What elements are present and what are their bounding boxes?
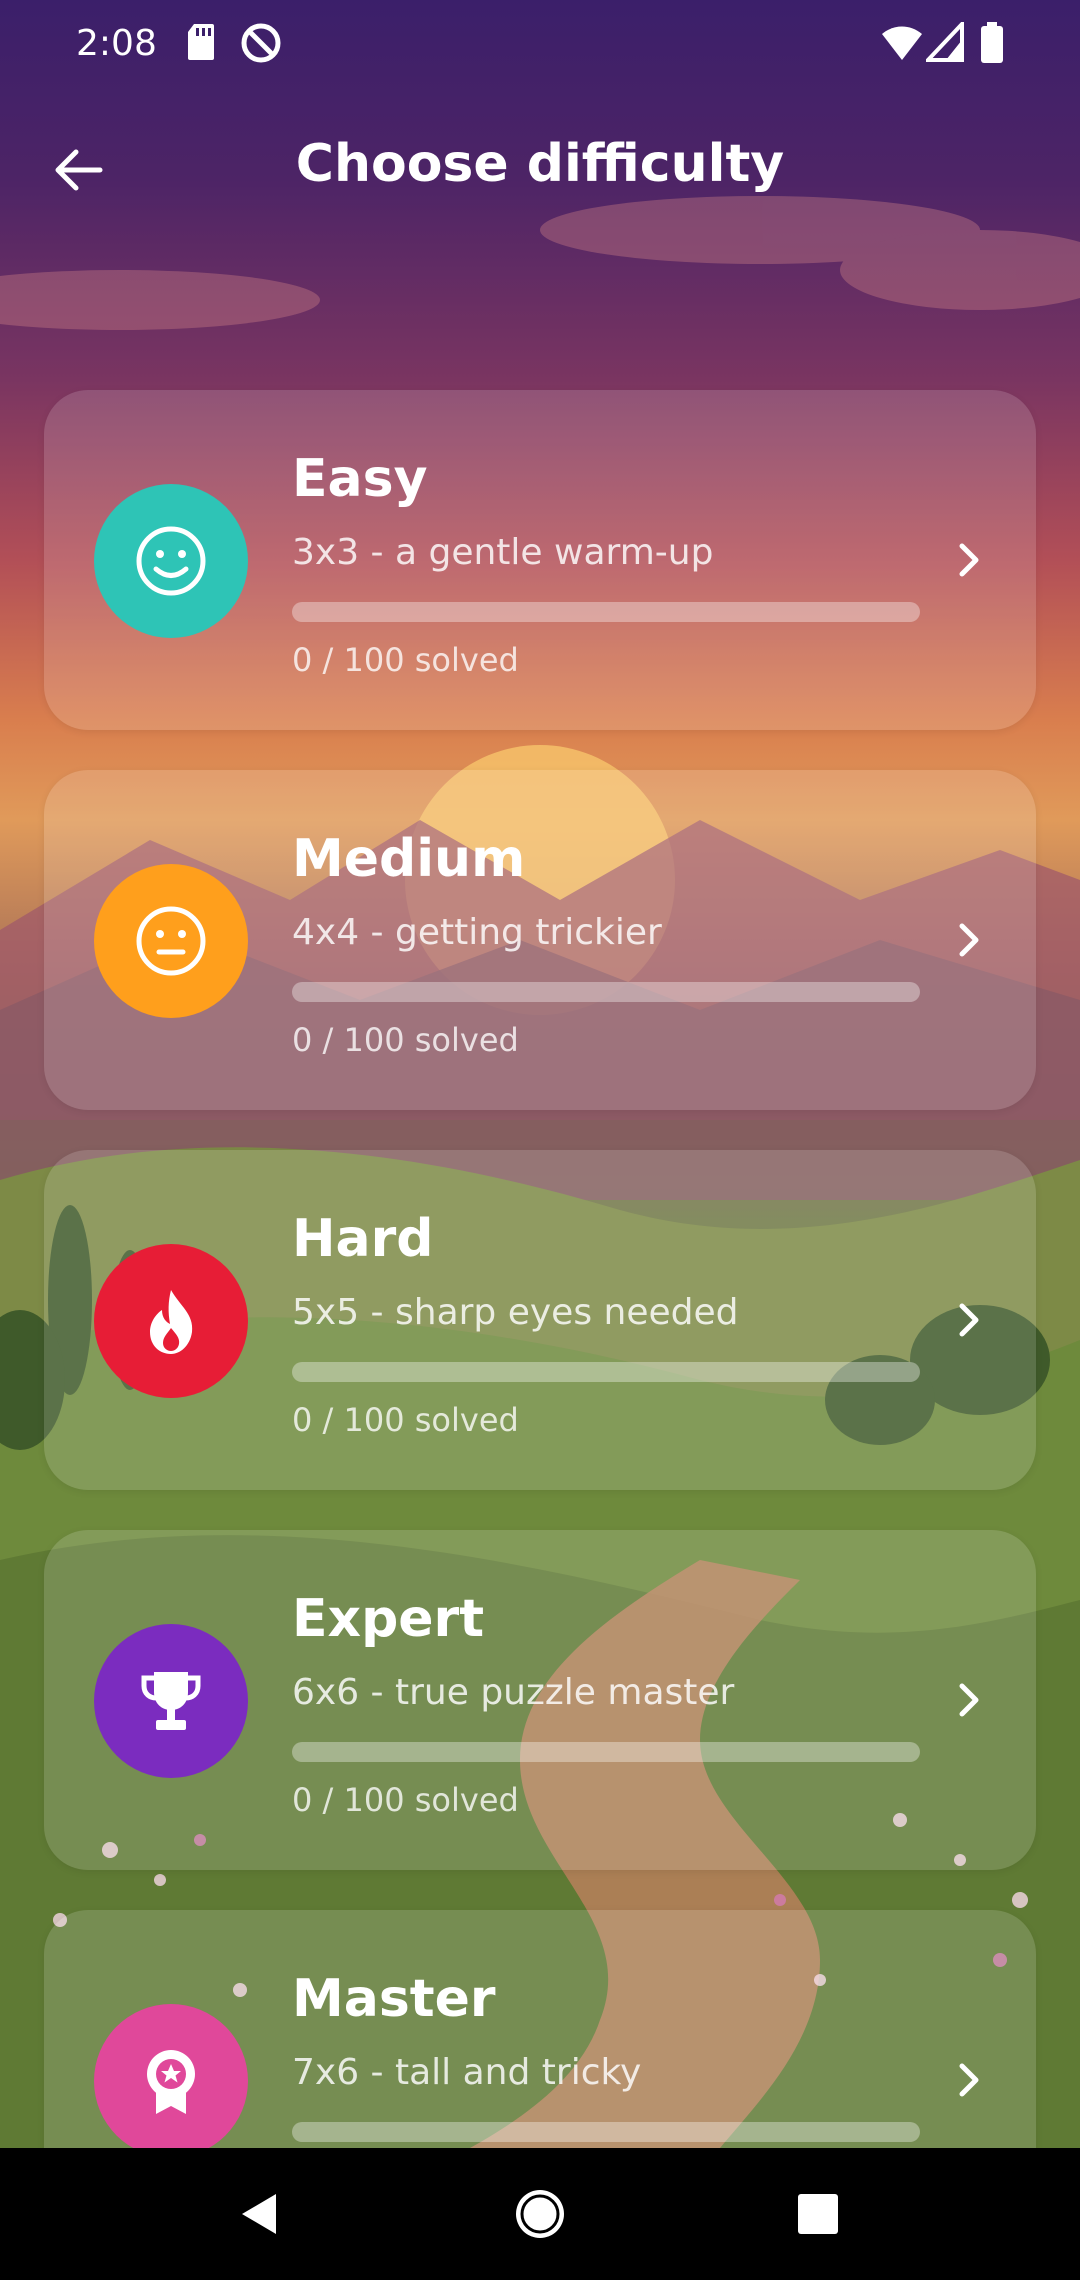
smile-icon [136,526,206,596]
progress-bar [292,602,920,622]
difficulty-card-medium[interactable]: Medium 4x4 - getting trickier 0 / 100 so… [44,770,1036,1110]
solved-count: 0 / 100 solved [292,1781,519,1819]
nav-back-button[interactable] [220,2178,300,2250]
status-bar: 2:08 [0,0,1080,88]
level-name: Medium [292,829,526,889]
app-bar: Choose difficulty [0,110,1080,214]
award-badge-icon [147,2050,195,2114]
chevron-right-icon [944,916,992,964]
level-badge [94,1244,248,1398]
trophy-icon [141,1672,201,1730]
solved-count: 0 / 100 solved [292,1021,519,1059]
difficulty-card-easy[interactable]: Easy 3x3 - a gentle warm-up 0 / 100 solv… [44,390,1036,730]
level-description: 7x6 - tall and tricky [292,2052,642,2093]
wifi-icon [880,22,924,66]
nav-recents-button[interactable] [778,2178,858,2250]
system-navigation-bar [0,2148,1080,2280]
level-name: Master [292,1969,496,2029]
level-description: 3x3 - a gentle warm-up [292,532,714,573]
difficulty-card-expert[interactable]: Expert 6x6 - true puzzle master 0 / 100 … [44,1530,1036,1870]
progress-bar [292,1362,920,1382]
level-description: 6x6 - true puzzle master [292,1672,735,1713]
flame-icon [150,1290,193,1354]
level-badge [94,1624,248,1778]
progress-bar [292,2122,920,2142]
chevron-right-icon [944,2056,992,2104]
nav-back-icon [242,2194,276,2234]
sd-card-icon [186,22,216,66]
status-time: 2:08 [76,23,157,64]
neutral-face-icon [136,906,206,976]
level-name: Expert [292,1589,485,1649]
do-not-disturb-icon [240,22,282,68]
level-badge [94,864,248,1018]
solved-count: 0 / 100 solved [292,1401,519,1439]
level-badge [94,2004,248,2158]
level-name: Hard [292,1209,434,1269]
difficulty-card-hard[interactable]: Hard 5x5 - sharp eyes needed 0 / 100 sol… [44,1150,1036,1490]
chevron-right-icon [944,536,992,584]
nav-recents-icon [798,2194,838,2234]
level-badge [94,484,248,638]
signal-icon [923,18,964,66]
level-description: 5x5 - sharp eyes needed [292,1292,739,1333]
progress-bar [292,982,920,1002]
nav-home-icon [516,2190,564,2238]
battery-icon [980,22,1004,68]
progress-bar [292,1742,920,1762]
page-title: Choose difficulty [295,134,785,194]
chevron-right-icon [944,1296,992,1344]
level-name: Easy [292,449,428,509]
level-description: 4x4 - getting trickier [292,912,662,953]
nav-home-button[interactable] [500,2178,580,2250]
chevron-right-icon [944,1676,992,1724]
solved-count: 0 / 100 solved [292,641,519,679]
